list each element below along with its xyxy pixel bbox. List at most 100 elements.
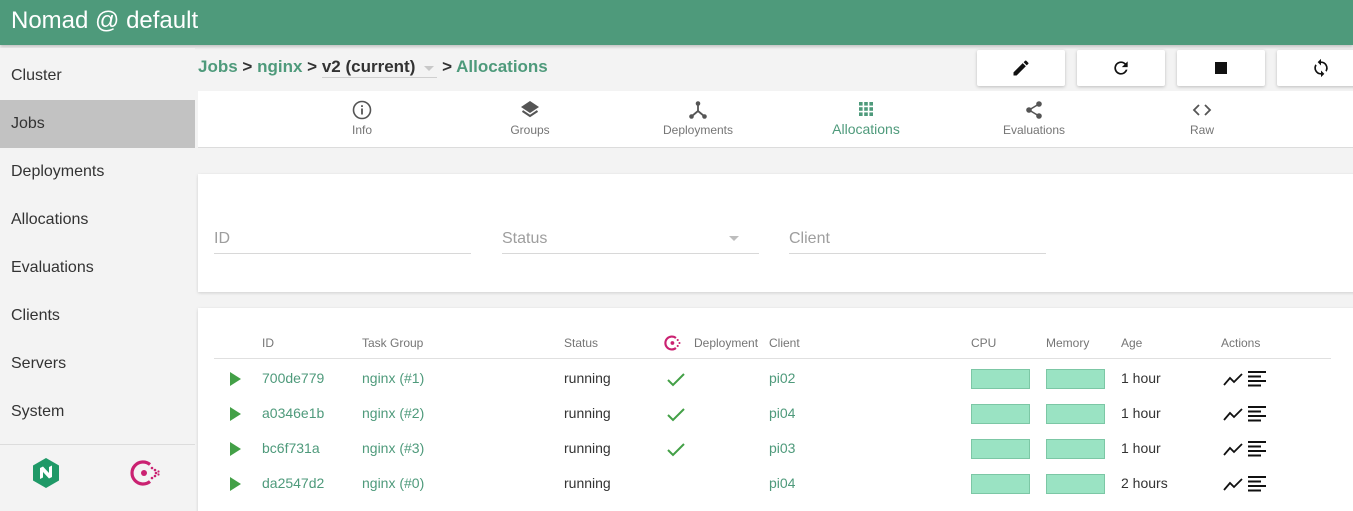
tab-label: Info: [351, 123, 372, 137]
task-group-link[interactable]: nginx (#0): [362, 466, 424, 501]
share-icon: [1026, 101, 1042, 119]
tab-label: Allocations: [832, 121, 900, 137]
sync-button[interactable]: [1277, 50, 1353, 86]
stop-icon: [1215, 62, 1227, 74]
client-link[interactable]: pi02: [769, 361, 795, 396]
stats-chart-icon[interactable]: [1223, 474, 1243, 494]
tab-groups[interactable]: Groups: [446, 91, 614, 148]
column-header-task-group[interactable]: Task Group: [362, 336, 423, 350]
cpu-usage-bar: [971, 439, 1030, 459]
check-icon: [667, 408, 685, 422]
breadcrumb-separator: >: [242, 57, 253, 76]
edit-button[interactable]: [977, 50, 1065, 86]
layers-icon: [521, 101, 539, 118]
sidebar: Cluster Jobs Deployments Allocations Eva…: [0, 48, 195, 511]
app-title[interactable]: Nomad @ default: [11, 7, 198, 35]
status-filter-select[interactable]: Status: [502, 226, 759, 254]
tab-label: Deployments: [662, 123, 734, 137]
tab-deployments[interactable]: Deployments: [614, 91, 782, 148]
tab-allocations[interactable]: Allocations: [782, 91, 950, 148]
task-group-link[interactable]: nginx (#2): [362, 396, 424, 431]
logs-list-icon[interactable]: [1247, 474, 1267, 494]
filter-panel: ID Status Client: [198, 174, 1353, 292]
memory-usage-bar: [1046, 439, 1105, 459]
allocation-id-link[interactable]: 700de779: [262, 361, 324, 396]
nomad-logo-icon[interactable]: [29, 456, 63, 490]
task-group-link[interactable]: nginx (#3): [362, 431, 424, 466]
play-icon[interactable]: [230, 372, 241, 386]
sidebar-item-cluster[interactable]: Cluster: [0, 52, 195, 100]
allocations-table: ID Task Group Status Deployment Client C…: [198, 308, 1353, 511]
breadcrumb-allocations-link[interactable]: Allocations: [456, 57, 548, 76]
job-tabs: Info Groups Deployments Allocations Eval…: [198, 91, 1353, 148]
column-header-memory[interactable]: Memory: [1046, 336, 1089, 350]
column-header-client[interactable]: Client: [769, 336, 800, 350]
sidebar-item-servers[interactable]: Servers: [0, 340, 195, 388]
sidebar-item-deployments[interactable]: Deployments: [0, 148, 195, 196]
column-header-status[interactable]: Status: [564, 336, 598, 350]
play-icon[interactable]: [230, 477, 241, 491]
age-text: 1 hour: [1121, 370, 1161, 386]
sidebar-item-evaluations[interactable]: Evaluations: [0, 244, 195, 292]
status-text: running: [564, 475, 611, 491]
column-header-deployment[interactable]: Deployment: [694, 336, 758, 350]
stats-chart-icon[interactable]: [1223, 439, 1243, 459]
tab-info[interactable]: Info: [278, 91, 446, 148]
client-link[interactable]: pi04: [769, 466, 795, 501]
memory-usage-bar: [1046, 474, 1105, 494]
stats-chart-icon[interactable]: [1223, 369, 1243, 389]
cpu-usage-bar: [971, 369, 1030, 389]
client-link[interactable]: pi03: [769, 431, 795, 466]
age-text: 1 hour: [1121, 405, 1161, 421]
column-header-actions: Actions: [1221, 336, 1261, 350]
sidebar-item-clients[interactable]: Clients: [0, 292, 195, 340]
tab-label: Groups: [510, 123, 550, 137]
status-text: running: [564, 405, 611, 421]
tab-raw[interactable]: Raw: [1118, 91, 1286, 148]
client-filter-input[interactable]: Client: [789, 226, 1046, 254]
play-icon[interactable]: [230, 407, 241, 421]
cpu-usage-bar: [971, 474, 1030, 494]
allocation-id-link[interactable]: bc6f731a: [262, 431, 320, 466]
stop-button[interactable]: [1177, 50, 1265, 86]
memory-usage-bar: [1046, 369, 1105, 389]
sidebar-item-jobs[interactable]: Jobs: [0, 100, 195, 148]
sidebar-divider: [0, 444, 195, 445]
version-select[interactable]: v2 (current): [321, 57, 438, 78]
table-row[interactable]: bc6f731a nginx (#3) running pi03 1 hour: [198, 431, 1353, 466]
column-header-age[interactable]: Age: [1121, 336, 1142, 350]
tab-evaluations[interactable]: Evaluations: [950, 91, 1118, 148]
logs-list-icon[interactable]: [1247, 369, 1267, 389]
breadcrumb-job-link[interactable]: nginx: [257, 57, 302, 76]
age-text: 1 hour: [1121, 440, 1161, 456]
stats-chart-icon[interactable]: [1223, 404, 1243, 424]
consul-logo-icon[interactable]: [128, 456, 162, 490]
allocation-id-link[interactable]: a0346e1b: [262, 396, 324, 431]
client-link[interactable]: pi04: [769, 396, 795, 431]
play-icon[interactable]: [230, 442, 241, 456]
status-text: running: [564, 440, 611, 456]
table-row[interactable]: 700de779 nginx (#1) running pi02 1 hour: [198, 361, 1353, 396]
breadcrumb-jobs-link[interactable]: Jobs: [198, 57, 238, 76]
column-header-cpu[interactable]: CPU: [971, 336, 996, 350]
sidebar-item-system[interactable]: System: [0, 388, 195, 436]
refresh-button[interactable]: [1077, 50, 1165, 86]
status-text: running: [564, 370, 611, 386]
logs-list-icon[interactable]: [1247, 404, 1267, 424]
status-filter-placeholder: Status: [502, 230, 548, 247]
logs-list-icon[interactable]: [1247, 439, 1267, 459]
column-header-id[interactable]: ID: [262, 336, 274, 350]
check-icon: [667, 443, 685, 457]
task-group-link[interactable]: nginx (#1): [362, 361, 424, 396]
memory-usage-bar: [1046, 404, 1105, 424]
table-row[interactable]: a0346e1b nginx (#2) running pi04 1 hour: [198, 396, 1353, 431]
sidebar-item-allocations[interactable]: Allocations: [0, 196, 195, 244]
tab-label: Evaluations: [1002, 123, 1066, 137]
id-filter-input[interactable]: ID: [214, 226, 471, 254]
code-icon: [1192, 104, 1212, 116]
table-row[interactable]: da2547d2 nginx (#0) running pi04 2 hours: [198, 466, 1353, 501]
tab-label: Raw: [1189, 123, 1214, 137]
info-icon: [352, 100, 372, 120]
chevron-down-icon: [729, 236, 739, 241]
allocation-id-link[interactable]: da2547d2: [262, 466, 324, 501]
